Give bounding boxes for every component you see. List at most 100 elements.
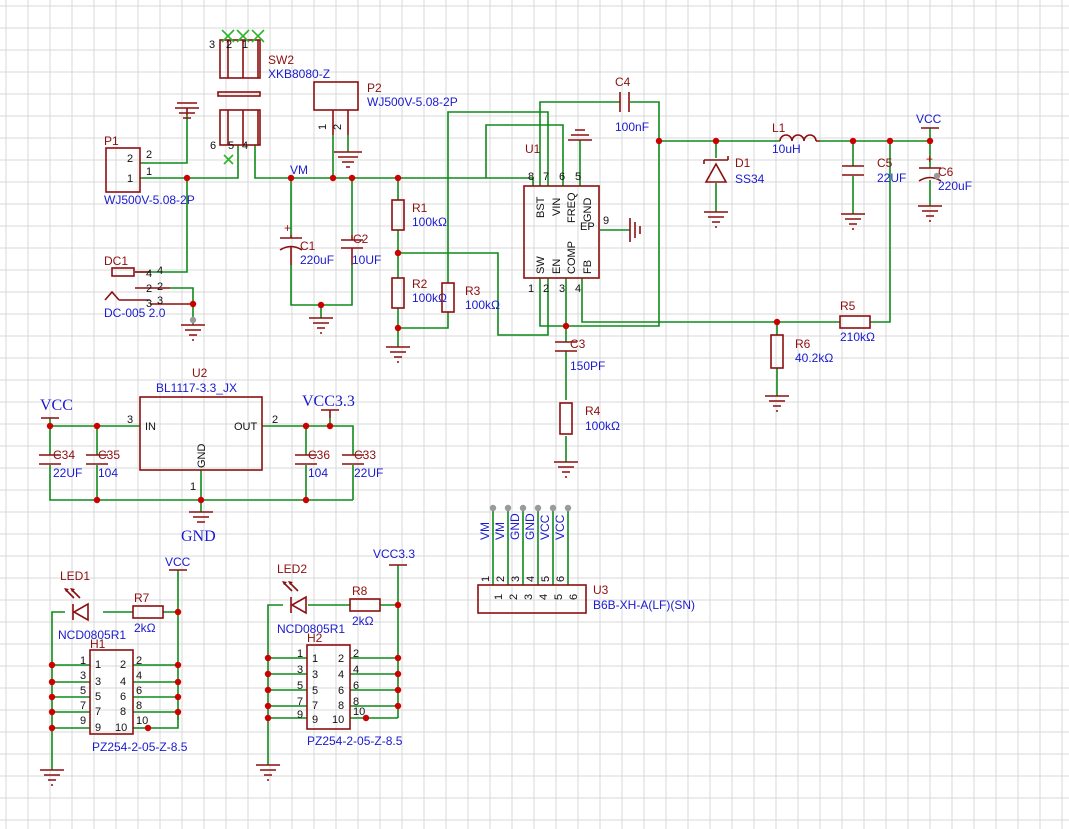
r3-resistor[interactable]: R3 100kΩ bbox=[441, 282, 500, 313]
h1-pin: 5 bbox=[95, 691, 101, 703]
r7-ref: R7 bbox=[134, 591, 150, 605]
p1-value: WJ500V-5.08-2P bbox=[104, 193, 195, 207]
u2-pin-in: 3 bbox=[127, 414, 133, 426]
c36-capacitor[interactable]: C36 104 bbox=[295, 448, 330, 480]
h2-pin: 4 bbox=[338, 669, 344, 681]
sw2-value: XKB8080-Z bbox=[268, 67, 330, 81]
c36-ref: C36 bbox=[308, 448, 330, 462]
c5-value: 22UF bbox=[877, 171, 906, 185]
p2-pin-label: 1 bbox=[317, 124, 329, 130]
c34-capacitor[interactable]: C34 22UF bbox=[39, 448, 82, 480]
h1-pin: 9 bbox=[80, 715, 86, 727]
led1-ref: LED1 bbox=[60, 569, 90, 583]
net-label-vcc33: VCC3.3 bbox=[373, 547, 415, 561]
u2-gnd-label: GND bbox=[196, 444, 208, 469]
u1-pin-number: 8 bbox=[528, 171, 534, 183]
h2-pin: 7 bbox=[312, 700, 318, 712]
u1-pin-label-gnd: GND bbox=[582, 198, 594, 223]
c4-value: 100nF bbox=[615, 120, 649, 134]
p1-connector[interactable]: 2 1 2 1 P1 WJ500V-5.08-2P bbox=[104, 134, 195, 207]
ground-symbol bbox=[629, 218, 641, 242]
p1-body bbox=[105, 147, 141, 193]
r3-value: 100kΩ bbox=[465, 298, 500, 312]
u1-pin-label-bst: BST bbox=[535, 196, 547, 218]
r8-resistor[interactable]: R8 2kΩ bbox=[349, 584, 381, 628]
ground-symbol bbox=[189, 511, 213, 523]
sw2-pin-label: 3 bbox=[209, 39, 215, 51]
schematic-canvas: 3 2 1 6 5 4 SW 2 XKB8080-Z 2 1 2 1 P1 WJ5… bbox=[0, 0, 1069, 829]
r6-ref: R6 bbox=[795, 337, 811, 351]
h1-pin: 10 bbox=[136, 715, 148, 727]
u3-pin: 1 bbox=[480, 576, 492, 582]
u3-pin: 5 bbox=[553, 594, 565, 600]
p2-ref: P2 bbox=[367, 81, 382, 95]
r4-resistor[interactable]: R4 100kΩ bbox=[559, 402, 620, 435]
h1-ref: H1 bbox=[90, 637, 106, 651]
c34-value: 22UF bbox=[53, 466, 82, 480]
r6-resistor[interactable]: R6 40.2kΩ bbox=[770, 334, 833, 369]
sw2-pin-label: 2 bbox=[226, 39, 232, 51]
ground-symbol bbox=[181, 324, 205, 341]
c3-value: 150PF bbox=[570, 359, 605, 373]
u3-net-label: VCC bbox=[553, 514, 567, 540]
c3-ref: C3 bbox=[570, 337, 586, 351]
net-label-vcc: VCC bbox=[916, 112, 942, 126]
ground-symbol bbox=[841, 213, 865, 230]
c35-capacitor[interactable]: C35 104 bbox=[86, 448, 120, 480]
u1-ep-label: EP bbox=[580, 221, 595, 233]
r6-value: 40.2kΩ bbox=[795, 351, 833, 365]
r4-body bbox=[559, 402, 573, 435]
u2-out-label: OUT bbox=[234, 421, 258, 433]
c3-capacitor[interactable]: C3 150PF bbox=[555, 337, 605, 373]
c2-ref: C2 bbox=[353, 232, 369, 246]
u2-ldo-regulator[interactable]: U2 BL1117-3.3_JX IN OUT GND 3 2 1 bbox=[127, 366, 278, 493]
r2-ref: R2 bbox=[412, 277, 428, 291]
r7-value: 2kΩ bbox=[134, 621, 156, 635]
net-label-vm: VM bbox=[290, 163, 308, 177]
r4-value: 100kΩ bbox=[585, 419, 620, 433]
u1-pin-number: 7 bbox=[543, 171, 549, 183]
c1-capacitor[interactable]: + C1 220uF bbox=[279, 221, 334, 267]
led2-diode[interactable]: LED2 NCD0805R1 bbox=[277, 562, 345, 636]
c2-capacitor[interactable]: C2 10UF bbox=[341, 232, 381, 267]
h1-pin: 3 bbox=[95, 676, 101, 688]
u2-in-label: IN bbox=[145, 421, 156, 433]
r5-resistor[interactable]: R5 210kΩ bbox=[839, 299, 875, 344]
c6-capacitor[interactable]: + C6 220uF bbox=[918, 152, 972, 193]
u3-connector[interactable]: 1 2 3 4 5 6 1 2 3 4 5 6 VM VM GND GND VC… bbox=[477, 513, 695, 614]
dc1-pin: 2 bbox=[157, 281, 163, 293]
u3-pin: 5 bbox=[540, 576, 552, 582]
h1-pin: 2 bbox=[136, 655, 142, 667]
d1-value: SS34 bbox=[735, 172, 765, 186]
r3-ref: R3 bbox=[465, 284, 481, 298]
h1-pin: 1 bbox=[95, 659, 101, 671]
ground-symbol bbox=[386, 346, 410, 363]
u1-ref: U1 bbox=[525, 142, 541, 156]
p2-pin-label: 2 bbox=[332, 124, 344, 130]
h2-pin: 7 bbox=[297, 696, 303, 708]
c6-value: 220uF bbox=[938, 179, 972, 193]
u1-pin-label-sw: SW bbox=[535, 256, 547, 274]
h1-pin: 9 bbox=[95, 722, 101, 734]
h1-pin: 2 bbox=[120, 659, 126, 671]
u3-pin: 1 bbox=[493, 594, 505, 600]
r5-body bbox=[839, 315, 871, 329]
p1-pin-number: 2 bbox=[146, 149, 152, 161]
h2-pin: 1 bbox=[312, 653, 318, 665]
h1-pin-header[interactable]: H1 1 3 5 7 9 1 3 5 7 9 2 4 6 8 10 2 4 6 … bbox=[80, 637, 188, 754]
dc1-jack[interactable]: 4 4 2 2 3 3 DC1 DC-005 2.0 bbox=[104, 254, 193, 320]
u3-net-label: GND bbox=[508, 513, 522, 540]
u1-pin-label-freq: FREQ bbox=[566, 192, 578, 223]
r1-ref: R1 bbox=[412, 201, 428, 215]
h2-pin: 5 bbox=[297, 680, 303, 692]
c33-capacitor[interactable]: C33 22UF bbox=[342, 448, 383, 480]
svg-text:+: + bbox=[284, 221, 291, 235]
u3-pin: 6 bbox=[555, 576, 567, 582]
h1-pin: 8 bbox=[120, 706, 126, 718]
junction-dots bbox=[46, 137, 941, 732]
dc1-pin: 2 bbox=[146, 283, 152, 295]
dc1-ref: DC1 bbox=[104, 254, 128, 268]
dc1-pin: 4 bbox=[146, 268, 152, 280]
u1-buck-ic[interactable]: U1 8 7 6 5 BST VIN FREQ GND SW EN COMP F… bbox=[523, 142, 609, 295]
h2-pin: 6 bbox=[338, 685, 344, 697]
